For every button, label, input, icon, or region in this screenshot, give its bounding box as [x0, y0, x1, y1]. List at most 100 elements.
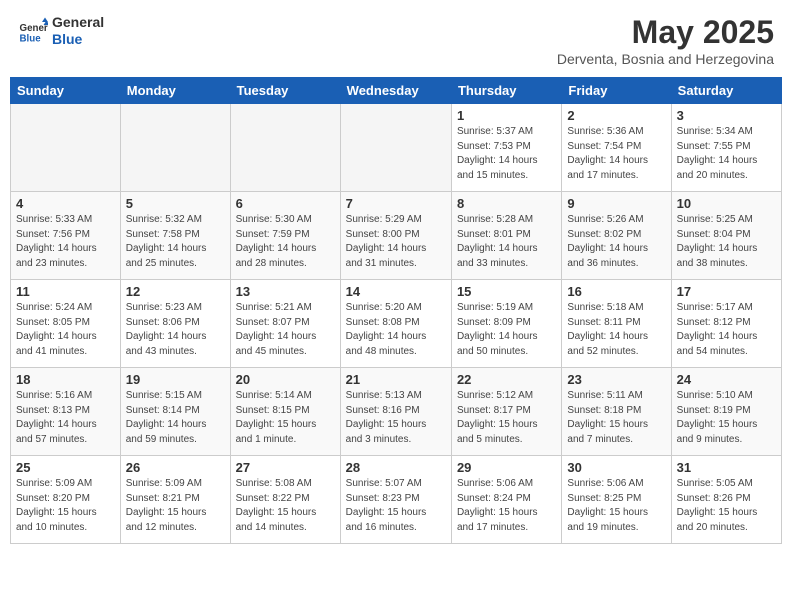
calendar-week-row: 4 Sunrise: 5:33 AM Sunset: 7:56 PM Daylig…	[11, 192, 782, 280]
day-number: 16	[567, 284, 665, 299]
calendar-cell: 21 Sunrise: 5:13 AM Sunset: 8:16 PM Dayli…	[340, 368, 451, 456]
calendar-cell: 8 Sunrise: 5:28 AM Sunset: 8:01 PM Daylig…	[451, 192, 561, 280]
weekday-header-row: SundayMondayTuesdayWednesdayThursdayFrid…	[11, 78, 782, 104]
calendar-cell: 7Sunrise: 5:29 AM Sunset: 8:00 PM Daylig…	[340, 192, 451, 280]
calendar-week-row: 1Sunrise: 5:37 AM Sunset: 7:53 PM Daylig…	[11, 104, 782, 192]
day-number: 6	[236, 196, 335, 211]
calendar-cell	[120, 104, 230, 192]
calendar-cell: 26 Sunrise: 5:09 AM Sunset: 8:21 PM Dayli…	[120, 456, 230, 544]
calendar-cell: 24 Sunrise: 5:10 AM Sunset: 8:19 PM Dayli…	[671, 368, 781, 456]
day-info: Sunrise: 5:11 AM Sunset: 8:18 PM Dayligh…	[567, 389, 665, 447]
day-info: Sunrise: 5:08 AM Sunset: 8:22 PM Dayligh…	[236, 477, 335, 535]
day-info: Sunrise: 5:07 AM Sunset: 8:23 PM Dayligh…	[346, 477, 446, 535]
day-number: 15	[457, 284, 556, 299]
weekday-header: Thursday	[451, 78, 561, 104]
calendar-cell: 3 Sunrise: 5:34 AM Sunset: 7:55 PM Daylig…	[671, 104, 781, 192]
day-info: Sunrise: 5:10 AM Sunset: 8:19 PM Dayligh…	[677, 389, 776, 447]
day-number: 28	[346, 460, 446, 475]
day-info: Sunrise: 5:24 AM Sunset: 8:05 PM Dayligh…	[16, 301, 115, 359]
weekday-header: Saturday	[671, 78, 781, 104]
day-info: Sunrise: 5:25 AM Sunset: 8:04 PM Dayligh…	[677, 213, 776, 271]
day-number: 25	[16, 460, 115, 475]
day-info: Sunrise: 5:36 AM Sunset: 7:54 PM Dayligh…	[567, 125, 665, 183]
day-info: Sunrise: 5:14 AM Sunset: 8:15 PM Dayligh…	[236, 389, 335, 447]
calendar-cell	[230, 104, 340, 192]
day-number: 18	[16, 372, 115, 387]
weekday-header: Sunday	[11, 78, 121, 104]
calendar-week-row: 18Sunrise: 5:16 AM Sunset: 8:13 PM Dayli…	[11, 368, 782, 456]
calendar-cell: 17 Sunrise: 5:17 AM Sunset: 8:12 PM Dayli…	[671, 280, 781, 368]
day-number: 21	[346, 372, 446, 387]
day-info: Sunrise: 5:23 AM Sunset: 8:06 PM Dayligh…	[126, 301, 225, 359]
day-number: 11	[16, 284, 115, 299]
day-info: Sunrise: 5:30 AM Sunset: 7:59 PM Dayligh…	[236, 213, 335, 271]
day-info: Sunrise: 5:17 AM Sunset: 8:12 PM Dayligh…	[677, 301, 776, 359]
calendar-cell: 20 Sunrise: 5:14 AM Sunset: 8:15 PM Dayli…	[230, 368, 340, 456]
day-number: 7	[346, 196, 446, 211]
month-title: May 2025	[557, 14, 774, 51]
day-number: 4	[16, 196, 115, 211]
day-number: 8	[457, 196, 556, 211]
calendar-cell: 16 Sunrise: 5:18 AM Sunset: 8:11 PM Dayli…	[562, 280, 671, 368]
logo-blue: Blue	[52, 31, 104, 48]
day-info: Sunrise: 5:06 AM Sunset: 8:24 PM Dayligh…	[457, 477, 556, 535]
day-number: 31	[677, 460, 776, 475]
day-info: Sunrise: 5:09 AM Sunset: 8:21 PM Dayligh…	[126, 477, 225, 535]
day-number: 3	[677, 108, 776, 123]
day-number: 20	[236, 372, 335, 387]
calendar-cell: 2 Sunrise: 5:36 AM Sunset: 7:54 PM Daylig…	[562, 104, 671, 192]
day-number: 27	[236, 460, 335, 475]
day-number: 26	[126, 460, 225, 475]
day-number: 17	[677, 284, 776, 299]
calendar-cell: 5Sunrise: 5:32 AM Sunset: 7:58 PM Daylig…	[120, 192, 230, 280]
calendar-cell: 10 Sunrise: 5:25 AM Sunset: 8:04 PM Dayli…	[671, 192, 781, 280]
weekday-header: Friday	[562, 78, 671, 104]
day-number: 10	[677, 196, 776, 211]
day-number: 24	[677, 372, 776, 387]
logo-general: General	[52, 14, 104, 31]
day-info: Sunrise: 5:15 AM Sunset: 8:14 PM Dayligh…	[126, 389, 225, 447]
calendar-cell: 13Sunrise: 5:21 AM Sunset: 8:07 PM Dayli…	[230, 280, 340, 368]
logo-icon: General Blue	[18, 16, 48, 46]
day-number: 22	[457, 372, 556, 387]
day-number: 12	[126, 284, 225, 299]
calendar-cell: 28 Sunrise: 5:07 AM Sunset: 8:23 PM Dayli…	[340, 456, 451, 544]
calendar-cell: 22 Sunrise: 5:12 AM Sunset: 8:17 PM Dayli…	[451, 368, 561, 456]
logo: General Blue General Blue	[18, 14, 104, 48]
calendar-cell: 23Sunrise: 5:11 AM Sunset: 8:18 PM Dayli…	[562, 368, 671, 456]
day-info: Sunrise: 5:06 AM Sunset: 8:25 PM Dayligh…	[567, 477, 665, 535]
day-info: Sunrise: 5:09 AM Sunset: 8:20 PM Dayligh…	[16, 477, 115, 535]
day-info: Sunrise: 5:18 AM Sunset: 8:11 PM Dayligh…	[567, 301, 665, 359]
calendar-cell	[11, 104, 121, 192]
day-info: Sunrise: 5:20 AM Sunset: 8:08 PM Dayligh…	[346, 301, 446, 359]
day-number: 1	[457, 108, 556, 123]
calendar-cell	[340, 104, 451, 192]
calendar-week-row: 11 Sunrise: 5:24 AM Sunset: 8:05 PM Dayli…	[11, 280, 782, 368]
calendar-cell: 14 Sunrise: 5:20 AM Sunset: 8:08 PM Dayli…	[340, 280, 451, 368]
day-info: Sunrise: 5:26 AM Sunset: 8:02 PM Dayligh…	[567, 213, 665, 271]
day-number: 5	[126, 196, 225, 211]
svg-text:Blue: Blue	[20, 33, 42, 44]
calendar-cell: 25 Sunrise: 5:09 AM Sunset: 8:20 PM Dayli…	[11, 456, 121, 544]
calendar-cell: 6 Sunrise: 5:30 AM Sunset: 7:59 PM Daylig…	[230, 192, 340, 280]
calendar-cell: 1Sunrise: 5:37 AM Sunset: 7:53 PM Daylig…	[451, 104, 561, 192]
day-info: Sunrise: 5:33 AM Sunset: 7:56 PM Dayligh…	[16, 213, 115, 271]
weekday-header: Monday	[120, 78, 230, 104]
title-block: May 2025 Derventa, Bosnia and Herzegovin…	[557, 14, 774, 67]
day-number: 30	[567, 460, 665, 475]
calendar-cell: 29Sunrise: 5:06 AM Sunset: 8:24 PM Dayli…	[451, 456, 561, 544]
day-number: 2	[567, 108, 665, 123]
calendar-cell: 11 Sunrise: 5:24 AM Sunset: 8:05 PM Dayli…	[11, 280, 121, 368]
location: Derventa, Bosnia and Herzegovina	[557, 51, 774, 67]
page-header: General Blue General Blue May 2025 Derve…	[10, 10, 782, 71]
day-number: 9	[567, 196, 665, 211]
day-number: 14	[346, 284, 446, 299]
day-info: Sunrise: 5:12 AM Sunset: 8:17 PM Dayligh…	[457, 389, 556, 447]
calendar-week-row: 25 Sunrise: 5:09 AM Sunset: 8:20 PM Dayli…	[11, 456, 782, 544]
day-info: Sunrise: 5:19 AM Sunset: 8:09 PM Dayligh…	[457, 301, 556, 359]
day-info: Sunrise: 5:13 AM Sunset: 8:16 PM Dayligh…	[346, 389, 446, 447]
calendar-cell: 27 Sunrise: 5:08 AM Sunset: 8:22 PM Dayli…	[230, 456, 340, 544]
day-info: Sunrise: 5:34 AM Sunset: 7:55 PM Dayligh…	[677, 125, 776, 183]
calendar-cell: 31Sunrise: 5:05 AM Sunset: 8:26 PM Dayli…	[671, 456, 781, 544]
day-info: Sunrise: 5:28 AM Sunset: 8:01 PM Dayligh…	[457, 213, 556, 271]
